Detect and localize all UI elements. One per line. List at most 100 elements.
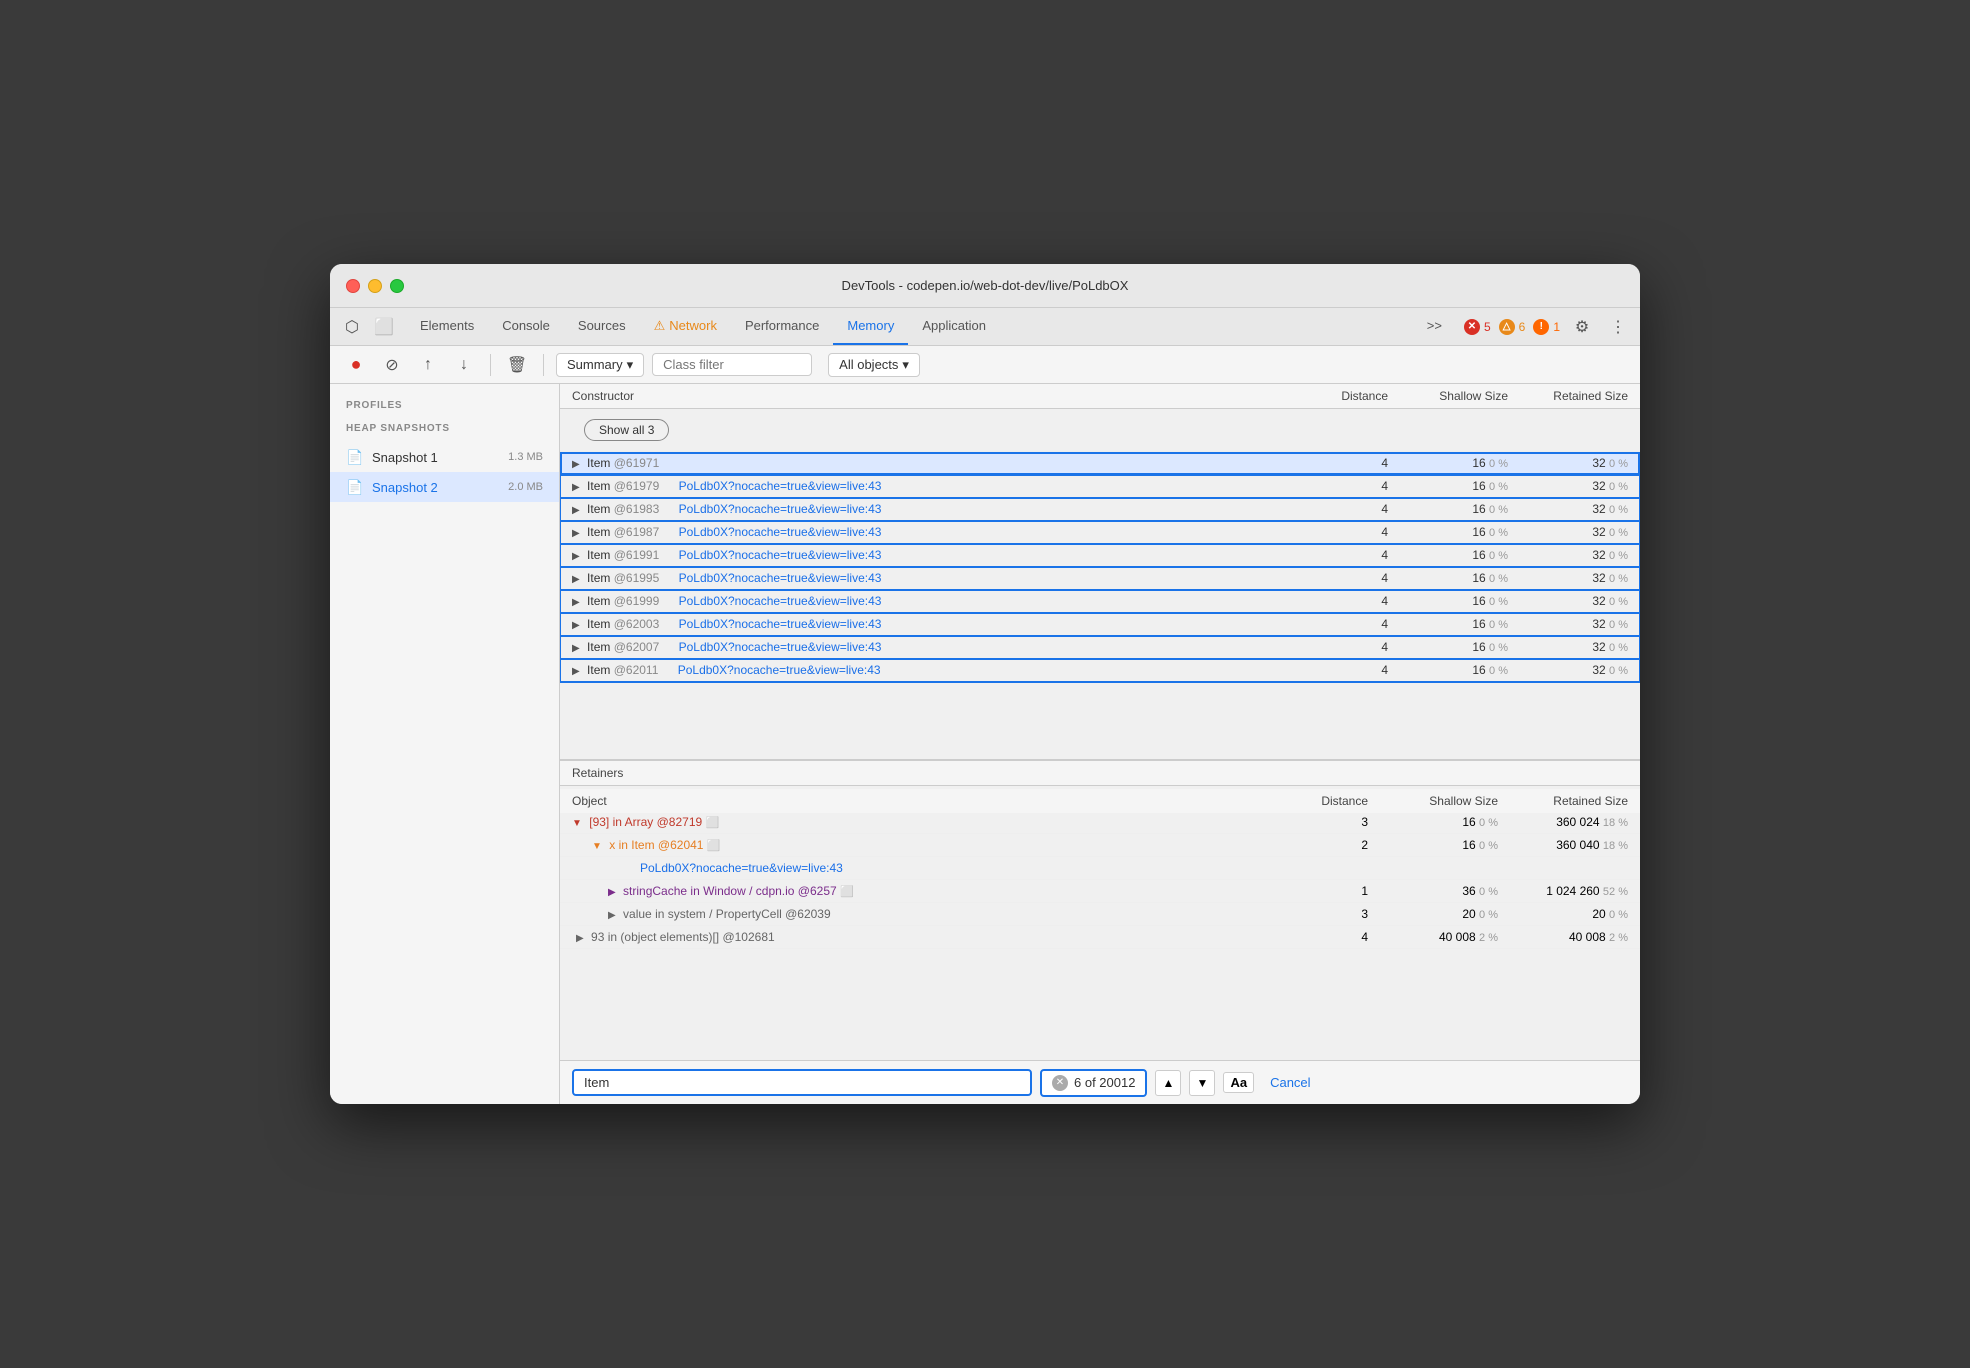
retained-cell: 32 0 %	[1520, 567, 1640, 590]
table-row[interactable]: ▶ Item @61999 PoLdb0X?nocache=true&view=…	[560, 590, 1640, 613]
expand-icon[interactable]: ▶	[572, 459, 580, 470]
pointer-tool-button[interactable]: ⬡	[338, 313, 366, 341]
more-tabs-button[interactable]: >>	[1413, 318, 1456, 335]
search-prev-button[interactable]: ▲	[1155, 1070, 1181, 1096]
retained-cell: 32 0 %	[1520, 613, 1640, 636]
tab-sources[interactable]: Sources	[564, 308, 640, 345]
expand-icon[interactable]: ▶	[608, 910, 616, 921]
table-row[interactable]: ▶ Item @62007 PoLdb0X?nocache=true&view=…	[560, 636, 1640, 659]
tab-console[interactable]: Console	[488, 308, 564, 345]
source-link[interactable]: PoLdb0X?nocache=true&view=live:43	[679, 525, 882, 539]
class-filter-input[interactable]	[652, 353, 812, 376]
stop-button[interactable]: ⊘	[378, 351, 406, 379]
table-row[interactable]: ▼ [93] in Array @82719 ⬜ 3 16 0 % 360 02…	[560, 811, 1640, 834]
cancel-button[interactable]: Cancel	[1262, 1071, 1318, 1094]
retained-cell: 32 0 %	[1520, 452, 1640, 475]
download-button[interactable]: ↓	[450, 351, 478, 379]
traffic-lights	[346, 279, 404, 293]
expand-icon[interactable]: ▶	[608, 887, 616, 898]
all-objects-button[interactable]: All objects ▾	[828, 353, 920, 377]
source-link[interactable]: PoLdb0X?nocache=true&view=live:43	[679, 617, 882, 631]
retained-cell: 32 0 %	[1520, 590, 1640, 613]
sidebar-item-snapshot2[interactable]: 📄 Snapshot 2 2.0 MB	[330, 472, 559, 502]
table-row[interactable]: ▶ stringCache in Window / cdpn.io @6257 …	[560, 880, 1640, 903]
table-row[interactable]: ▶ value in system / PropertyCell @62039 …	[560, 903, 1640, 926]
show-all-button[interactable]: Show all 3	[584, 419, 669, 441]
table-row[interactable]: ▶ Item @61979 PoLdb0X?nocache=true&view=…	[560, 475, 1640, 498]
expand-icon[interactable]: ▶	[572, 597, 580, 608]
source-link[interactable]: PoLdb0X?nocache=true&view=live:43	[679, 571, 882, 585]
object-cell: ▼ [93] in Array @82719 ⬜	[560, 811, 1300, 834]
summary-dropdown-button[interactable]: Summary ▾	[556, 353, 644, 377]
source-link[interactable]: PoLdb0X?nocache=true&view=live:43	[640, 861, 843, 875]
table-row[interactable]: ▶ Item @61991 PoLdb0X?nocache=true&view=…	[560, 544, 1640, 567]
expand-icon[interactable]: ▼	[572, 818, 582, 829]
expand-icon[interactable]: ▶	[572, 482, 580, 493]
minimize-button[interactable]	[368, 279, 382, 293]
table-row[interactable]: ▶ Item @61995 PoLdb0X?nocache=true&view=…	[560, 567, 1640, 590]
ret-dist-cell: 3	[1300, 811, 1380, 834]
constructor-cell: ▶ Item @61999 PoLdb0X?nocache=true&view=…	[560, 590, 1320, 613]
retained-cell: 32 0 %	[1520, 636, 1640, 659]
heap-snapshots-label: HEAP SNAPSHOTS	[330, 419, 559, 442]
tab-memory[interactable]: Memory	[833, 308, 908, 345]
table-row[interactable]: ▶ Item @62011 PoLdb0X?nocache=true&view=…	[560, 659, 1640, 682]
tab-application[interactable]: Application	[908, 308, 1000, 345]
source-link[interactable]: PoLdb0X?nocache=true&view=live:43	[679, 479, 882, 493]
record-button[interactable]: ●	[342, 351, 370, 379]
source-link[interactable]: PoLdb0X?nocache=true&view=live:43	[679, 640, 882, 654]
clear-search-button[interactable]: ✕	[1052, 1075, 1068, 1091]
content-area: Constructor Distance Shallow Size Retain…	[560, 384, 1640, 1104]
profiles-label: Profiles	[330, 396, 559, 419]
table-row[interactable]: ▶ Item @61971 4 16 0 % 32 0 %	[560, 452, 1640, 475]
ret-dist-cell: 2	[1300, 834, 1380, 857]
tab-elements[interactable]: Elements	[406, 308, 488, 345]
object-cell: ▶ stringCache in Window / cdpn.io @6257 …	[560, 880, 1300, 903]
delete-button[interactable]: 🗑	[503, 351, 531, 379]
close-button[interactable]	[346, 279, 360, 293]
object-cell: PoLdb0X?nocache=true&view=live:43	[560, 857, 1300, 880]
ret-shallow-cell: 16 0 %	[1380, 834, 1510, 857]
settings-button[interactable]: ⚙	[1568, 313, 1596, 341]
snapshot-icon-1: 📄	[346, 448, 364, 466]
expand-icon[interactable]: ▶	[572, 666, 580, 677]
search-input[interactable]	[572, 1069, 1032, 1096]
constructor-cell: ▶ Item @62011 PoLdb0X?nocache=true&view=…	[560, 659, 1320, 682]
expand-icon[interactable]: ▶	[572, 505, 580, 516]
warning-badge: △ 6	[1499, 319, 1526, 335]
table-row[interactable]: PoLdb0X?nocache=true&view=live:43	[560, 857, 1640, 880]
ret-shallow-cell	[1380, 857, 1510, 880]
table-row[interactable]: ▶ 93 in (object elements)[] @102681 4 40…	[560, 926, 1640, 949]
search-next-button[interactable]: ▼	[1189, 1070, 1215, 1096]
source-link[interactable]: PoLdb0X?nocache=true&view=live:43	[679, 548, 882, 562]
expand-icon[interactable]: ▶	[572, 643, 580, 654]
inspect-button[interactable]: ⬜	[370, 313, 398, 341]
expand-icon[interactable]: ▶	[572, 574, 580, 585]
table-row[interactable]: ▶ Item @61987 PoLdb0X?nocache=true&view=…	[560, 521, 1640, 544]
shallow-cell: 16 0 %	[1400, 590, 1520, 613]
snapshot-icon-2: 📄	[346, 478, 364, 496]
shallow-cell: 16 0 %	[1400, 475, 1520, 498]
expand-icon[interactable]: ▶	[572, 620, 580, 631]
case-sensitive-button[interactable]: Aa	[1223, 1072, 1254, 1093]
table-row[interactable]: ▶ Item @62003 PoLdb0X?nocache=true&view=…	[560, 613, 1640, 636]
expand-icon[interactable]: ▶	[576, 933, 584, 944]
more-options-button[interactable]: ⋮	[1604, 313, 1632, 341]
source-link[interactable]: PoLdb0X?nocache=true&view=live:43	[678, 663, 881, 677]
distance-cell: 4	[1320, 590, 1400, 613]
maximize-button[interactable]	[390, 279, 404, 293]
expand-icon[interactable]: ▼	[592, 841, 602, 852]
sidebar-item-snapshot1[interactable]: 📄 Snapshot 1 1.3 MB	[330, 442, 559, 472]
tab-performance[interactable]: Performance	[731, 308, 833, 345]
tab-network[interactable]: ⚠ Network	[640, 308, 731, 345]
ret-shallow-cell: 40 008 2 %	[1380, 926, 1510, 949]
table-row[interactable]: ▶ Item @61983 PoLdb0X?nocache=true&view=…	[560, 498, 1640, 521]
ret-dist-cell: 3	[1300, 903, 1380, 926]
source-link[interactable]: PoLdb0X?nocache=true&view=live:43	[679, 502, 882, 516]
expand-icon[interactable]: ▶	[572, 551, 580, 562]
table-row[interactable]: ▼ x in Item @62041 ⬜ 2 16 0 % 360 040 18…	[560, 834, 1640, 857]
expand-icon[interactable]: ▶	[572, 528, 580, 539]
upload-button[interactable]: ↑	[414, 351, 442, 379]
source-link[interactable]: PoLdb0X?nocache=true&view=live:43	[679, 594, 882, 608]
retained-cell: 32 0 %	[1520, 475, 1640, 498]
